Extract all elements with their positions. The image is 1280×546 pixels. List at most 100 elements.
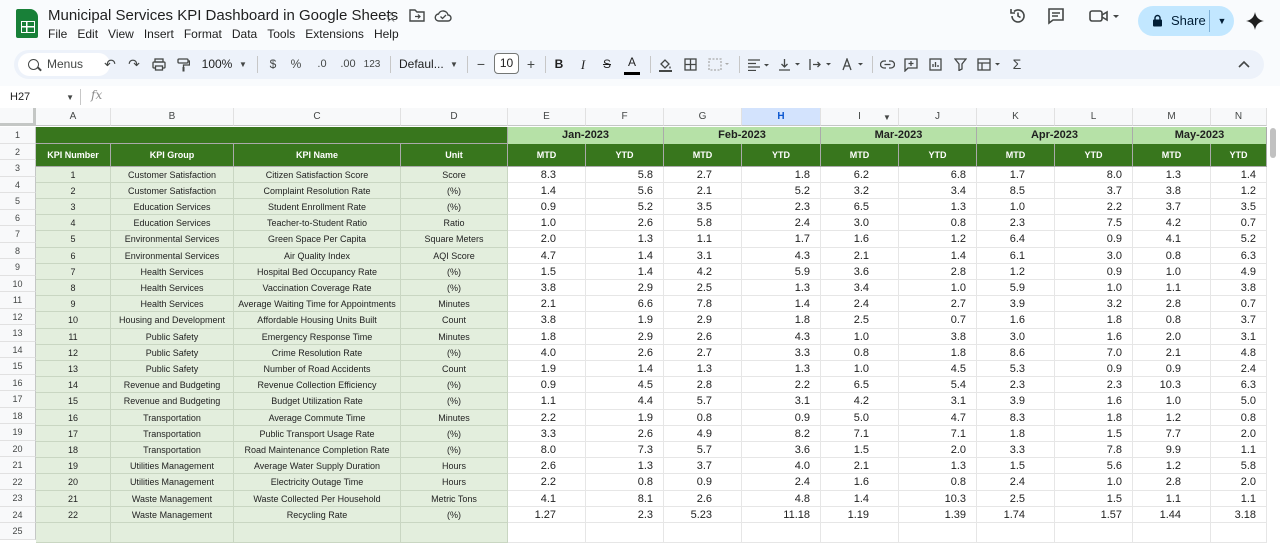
value-cell[interactable]: 2.9	[586, 328, 664, 345]
value-cell[interactable]: 1.19	[821, 506, 899, 523]
kpi-name-cell[interactable]: Complaint Resolution Rate	[234, 182, 401, 199]
value-cell[interactable]: 7.3	[586, 442, 664, 459]
month-header[interactable]: Feb-2023	[664, 127, 821, 145]
value-cell[interactable]: 5.3	[977, 361, 1055, 378]
insert-chart-icon[interactable]	[927, 54, 943, 75]
period-header[interactable]: YTD	[742, 143, 821, 167]
value-cell[interactable]: 1.44	[1133, 506, 1211, 523]
value-cell[interactable]: 1.4	[586, 361, 664, 378]
value-cell[interactable]: 1.4	[508, 182, 586, 199]
unit-cell[interactable]: (%)	[401, 199, 508, 216]
month-header[interactable]: May-2023	[1133, 127, 1267, 145]
value-cell[interactable]: 3.0	[977, 328, 1055, 345]
decrease-decimal-button[interactable]: .0	[313, 54, 331, 75]
value-cell[interactable]: 2.9	[664, 312, 742, 329]
value-cell[interactable]: 0.7	[1211, 215, 1267, 232]
value-cell[interactable]: 2.4	[1211, 361, 1267, 378]
value-cell[interactable]: 1.8	[742, 166, 821, 183]
gemini-sparkle-icon[interactable]	[1245, 11, 1265, 31]
value-cell[interactable]: 1.3	[742, 361, 821, 378]
value-cell[interactable]: 1.1	[1211, 490, 1267, 507]
comments-icon[interactable]	[1045, 6, 1067, 28]
value-cell[interactable]: 10.3	[899, 490, 977, 507]
value-cell[interactable]: 1.0	[821, 361, 899, 378]
value-cell[interactable]: 2.6	[586, 425, 664, 442]
period-header[interactable]: YTD	[1055, 143, 1133, 167]
column-header-b[interactable]: B	[111, 108, 234, 126]
value-cell[interactable]: 1.8	[1055, 409, 1133, 426]
value-cell[interactable]: 8.1	[586, 490, 664, 507]
value-cell[interactable]: 2.7	[664, 166, 742, 183]
increase-decimal-button[interactable]: .00	[338, 54, 358, 75]
value-cell[interactable]: 3.1	[1211, 328, 1267, 345]
value-cell[interactable]: 2.1	[821, 247, 899, 264]
value-cell[interactable]: 2.0	[508, 231, 586, 248]
value-cell[interactable]: 1.4	[586, 263, 664, 280]
value-cell[interactable]: 3.7	[664, 458, 742, 475]
value-cell[interactable]: 3.3	[977, 442, 1055, 459]
value-cell[interactable]: 2.2	[742, 377, 821, 394]
value-cell[interactable]: 1.1	[1133, 490, 1211, 507]
value-cell[interactable]: 1.6	[821, 231, 899, 248]
value-cell[interactable]: 5.2	[742, 182, 821, 199]
value-cell[interactable]: 6.5	[821, 377, 899, 394]
value-cell[interactable]: 4.3	[742, 328, 821, 345]
unit-cell[interactable]: Hours	[401, 458, 508, 475]
print-icon[interactable]	[150, 54, 168, 75]
kpi-group-cell[interactable]: Transportation	[111, 425, 234, 442]
value-cell[interactable]: 1.8	[742, 312, 821, 329]
value-cell[interactable]: 6.4	[977, 231, 1055, 248]
kpi-header[interactable]: KPI Name	[234, 143, 401, 167]
value-cell[interactable]: 1.3	[742, 280, 821, 297]
value-cell[interactable]: 1.3	[1133, 166, 1211, 183]
name-box-dropdown-icon[interactable]: ▼	[66, 89, 74, 106]
horizontal-align-icon[interactable]	[746, 54, 772, 75]
empty-cell[interactable]	[977, 523, 1055, 543]
value-cell[interactable]: 5.8	[664, 215, 742, 232]
kpi-number-cell[interactable]: 2	[36, 182, 111, 199]
value-cell[interactable]: 3.4	[899, 182, 977, 199]
row-header-19[interactable]: 19	[0, 424, 36, 441]
value-cell[interactable]: 8.2	[742, 425, 821, 442]
collapse-toolbar-icon[interactable]	[1236, 54, 1252, 75]
value-cell[interactable]: 4.4	[586, 393, 664, 410]
value-cell[interactable]: 6.8	[899, 166, 977, 183]
row-header-5[interactable]: 5	[0, 193, 36, 210]
cloud-saved-icon[interactable]	[434, 8, 452, 26]
kpi-group-cell[interactable]: Health Services	[111, 263, 234, 280]
value-cell[interactable]: 3.2	[821, 182, 899, 199]
value-cell[interactable]: 1.57	[1055, 506, 1133, 523]
row-header-11[interactable]: 11	[0, 292, 36, 309]
value-cell[interactable]: 2.1	[1133, 344, 1211, 361]
row-header-3[interactable]: 3	[0, 160, 36, 177]
empty-cell[interactable]	[1211, 523, 1267, 543]
value-cell[interactable]: 3.7	[1055, 182, 1133, 199]
value-cell[interactable]: 1.1	[664, 231, 742, 248]
value-cell[interactable]: 3.7	[1211, 312, 1267, 329]
kpi-number-cell[interactable]: 13	[36, 361, 111, 378]
value-cell[interactable]: 1.5	[508, 263, 586, 280]
font-size-input[interactable]: 10	[494, 53, 519, 74]
value-cell[interactable]: 0.8	[586, 474, 664, 491]
value-cell[interactable]: 3.6	[821, 263, 899, 280]
unit-cell[interactable]: (%)	[401, 280, 508, 297]
kpi-number-cell[interactable]: 17	[36, 425, 111, 442]
row-header-16[interactable]: 16	[0, 374, 36, 391]
kpi-group-cell[interactable]: Revenue and Budgeting	[111, 393, 234, 410]
kpi-name-cell[interactable]: Hospital Bed Occupancy Rate	[234, 263, 401, 280]
filter-views-icon[interactable]	[976, 54, 1004, 75]
unit-cell[interactable]: (%)	[401, 506, 508, 523]
value-cell[interactable]: 4.2	[664, 263, 742, 280]
unit-cell[interactable]: Count	[401, 312, 508, 329]
kpi-group-cell[interactable]: Utilities Management	[111, 458, 234, 475]
insert-comment-icon[interactable]	[903, 54, 919, 75]
kpi-group-cell[interactable]: Waste Management	[111, 490, 234, 507]
value-cell[interactable]: 5.4	[899, 377, 977, 394]
value-cell[interactable]: 5.2	[1211, 231, 1267, 248]
spreadsheet-grid[interactable]: A B C D E F G H I J K L M N ▼ 1 2 3 4 5 6 7 8 9 10 11 12 13 14 15 16 17…	[0, 108, 1280, 546]
value-cell[interactable]: 2.0	[1211, 474, 1267, 491]
value-cell[interactable]: 8.6	[977, 344, 1055, 361]
font-dropdown-icon[interactable]: ▼	[449, 54, 459, 75]
kpi-name-cell[interactable]: Number of Road Accidents	[234, 361, 401, 378]
functions-icon[interactable]: Σ	[1010, 54, 1024, 75]
